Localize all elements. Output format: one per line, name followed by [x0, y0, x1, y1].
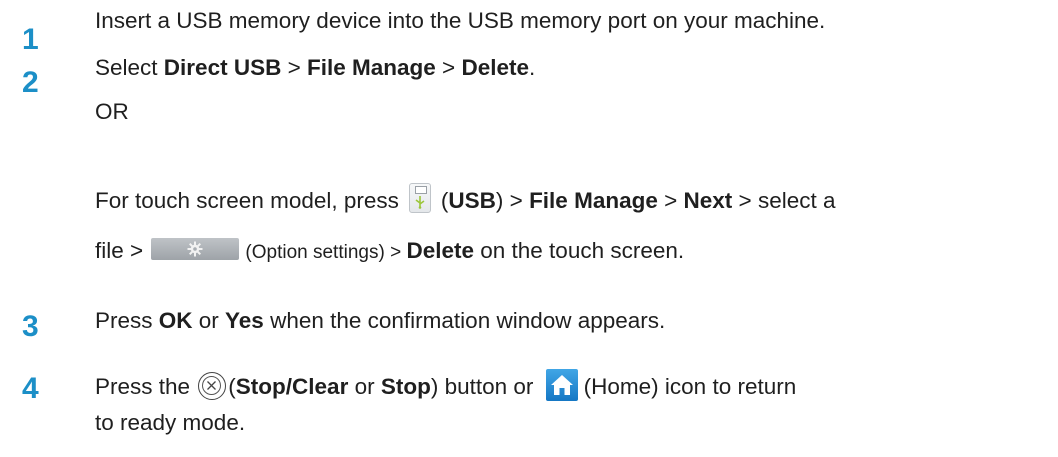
file-manage-label: File Manage — [307, 55, 436, 80]
home-icon — [545, 369, 578, 401]
usb-icon — [408, 183, 431, 213]
delete-label: Delete — [461, 55, 529, 80]
step-2-text: Select Direct USB > File Manage > Delete… — [95, 55, 536, 80]
step-2-number: 2 — [22, 66, 39, 99]
step-4-text-continued: to ready mode. — [95, 410, 246, 435]
step-1-number: 1 — [22, 23, 39, 56]
yes-label: Yes — [225, 308, 264, 333]
stop-icon — [198, 372, 227, 400]
touch-instruction-line-1: For touch screen model, press (USB) > Fil… — [95, 183, 835, 217]
ok-label: OK — [158, 308, 193, 333]
step-3-number: 3 — [22, 310, 39, 343]
direct-usb-label: Direct USB — [163, 55, 282, 80]
step-4-number: 4 — [22, 372, 39, 405]
or-text: OR — [95, 99, 129, 124]
stop-clear-label: Stop/Clear — [235, 373, 349, 399]
gear-icon — [151, 238, 240, 261]
stop-label: Stop — [380, 373, 431, 399]
step-4-text: Press the (Stop/Clear or Stop) button or… — [95, 369, 796, 404]
step-1-text: Insert a USB memory device into the USB … — [95, 8, 826, 33]
touch-instruction-line-2: file > (Option settings) > Delete on the… — [95, 238, 685, 263]
step-3-text: Press OK or Yes when the confirmation wi… — [95, 308, 666, 333]
